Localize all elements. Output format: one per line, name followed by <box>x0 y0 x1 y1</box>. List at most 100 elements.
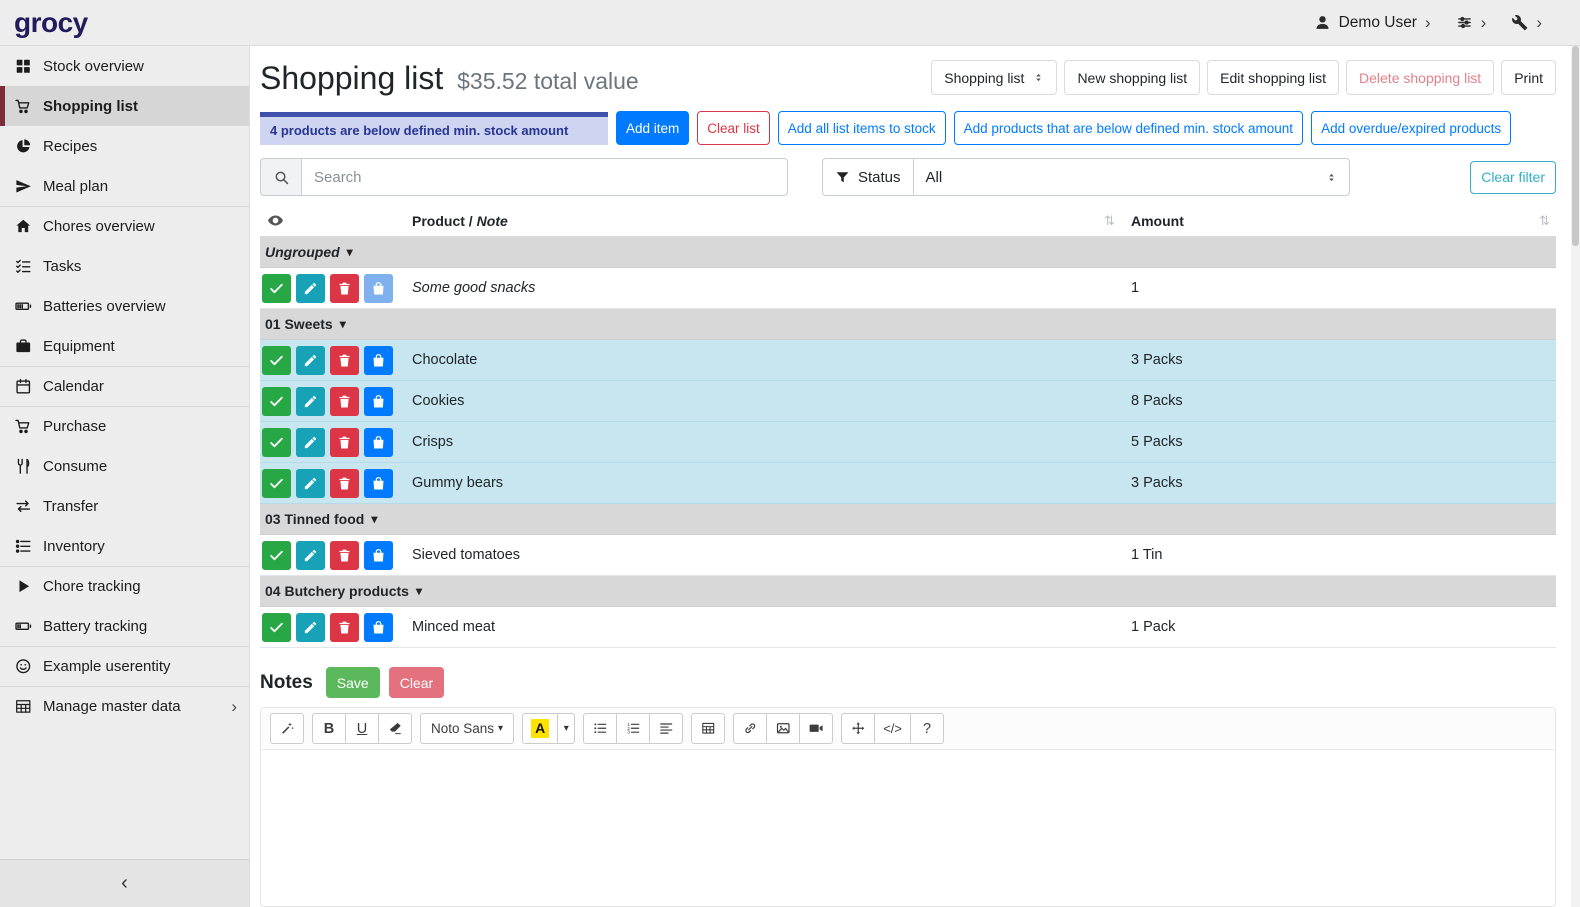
edit-item-button[interactable] <box>296 469 325 498</box>
add-to-stock-button[interactable] <box>364 274 393 303</box>
eye-icon[interactable] <box>267 212 284 229</box>
edit-item-button[interactable] <box>296 387 325 416</box>
sidebar-item-calendar[interactable]: Calendar <box>0 366 249 406</box>
mark-done-button[interactable] <box>262 541 291 570</box>
add-to-stock-button[interactable] <box>364 469 393 498</box>
delete-shopping-list-button[interactable]: Delete shopping list <box>1346 60 1494 95</box>
sidebar-item-transfer[interactable]: Transfer <box>0 486 249 526</box>
edit-item-button[interactable] <box>296 346 325 375</box>
delete-item-button[interactable] <box>330 428 359 457</box>
picture-icon <box>776 721 791 736</box>
app-logo[interactable]: grocy <box>14 7 88 39</box>
edit-item-button[interactable] <box>296 274 325 303</box>
sidebar-item-stock-overview[interactable]: Stock overview <box>0 46 249 86</box>
add-below-min-stock-button[interactable]: Add products that are below defined min.… <box>954 111 1303 145</box>
sidebar-item-battery-tracking[interactable]: Battery tracking <box>0 606 249 646</box>
edit-item-button[interactable] <box>296 613 325 642</box>
magic-style-button[interactable] <box>270 713 304 744</box>
group-header-ungrouped[interactable]: Ungrouped▾ <box>260 237 1556 268</box>
shopping-list-row: Cookies8 Packs <box>260 381 1556 422</box>
clear-filter-button[interactable]: Clear filter <box>1470 161 1556 194</box>
below-min-stock-alert[interactable]: 4 products are below defined min. stock … <box>260 112 608 145</box>
product-column-header[interactable]: Product /Note ⇅ <box>412 213 1129 229</box>
mark-done-button[interactable] <box>262 346 291 375</box>
sidebar-item-label: Chore tracking <box>43 578 141 595</box>
bold-button[interactable]: B <box>312 713 346 744</box>
group-header-03-tinned-food[interactable]: 03 Tinned food▾ <box>260 504 1556 535</box>
scrollbar-thumb[interactable] <box>1572 46 1579 246</box>
add-to-stock-button[interactable] <box>364 541 393 570</box>
delete-item-button[interactable] <box>330 346 359 375</box>
edit-item-button[interactable] <box>296 541 325 570</box>
sidebar-item-inventory[interactable]: Inventory <box>0 526 249 566</box>
cart-icon <box>13 418 34 435</box>
group-header-04-butchery-products[interactable]: 04 Butchery products▾ <box>260 576 1556 607</box>
mark-done-button[interactable] <box>262 387 291 416</box>
paragraph-style-button[interactable] <box>649 713 683 744</box>
status-filter-select[interactable]: All <box>913 158 1350 196</box>
add-item-button[interactable]: Add item <box>616 111 689 145</box>
add-to-stock-button[interactable] <box>364 613 393 642</box>
sidebar-item-purchase[interactable]: Purchase <box>0 406 249 446</box>
sidebar-item-manage-master-data[interactable]: Manage master data› <box>0 686 249 726</box>
insert-table-button[interactable] <box>691 713 725 744</box>
insert-picture-button[interactable] <box>766 713 800 744</box>
edit-item-button[interactable] <box>296 428 325 457</box>
mark-done-button[interactable] <box>262 613 291 642</box>
delete-item-button[interactable] <box>330 469 359 498</box>
delete-item-button[interactable] <box>330 387 359 416</box>
admin-menu[interactable]: › <box>1511 14 1542 31</box>
edit-shopping-list-button[interactable]: Edit shopping list <box>1207 60 1339 95</box>
clear-notes-button[interactable]: Clear <box>389 667 444 698</box>
clear-list-button[interactable]: Clear list <box>697 111 770 145</box>
add-overdue-button[interactable]: Add overdue/expired products <box>1311 111 1511 145</box>
sidebar-item-meal-plan[interactable]: Meal plan <box>0 166 249 206</box>
sidebar-collapse-button[interactable]: ‹ <box>0 859 249 907</box>
add-all-to-stock-button[interactable]: Add all list items to stock <box>778 111 946 145</box>
check-icon <box>269 394 284 409</box>
search-input[interactable] <box>301 158 788 196</box>
add-to-stock-button[interactable] <box>364 387 393 416</box>
unordered-list-button[interactable] <box>583 713 617 744</box>
sidebar-item-chores-overview[interactable]: Chores overview <box>0 206 249 246</box>
mark-done-button[interactable] <box>262 469 291 498</box>
shopping-list-selector[interactable]: Shopping list <box>931 60 1057 95</box>
mark-done-button[interactable] <box>262 428 291 457</box>
insert-video-button[interactable] <box>799 713 833 744</box>
underline-button[interactable]: U <box>345 713 379 744</box>
print-button[interactable]: Print <box>1501 60 1556 95</box>
sidebar-item-shopping-list[interactable]: Shopping list <box>0 86 249 126</box>
group-header-01-sweets[interactable]: 01 Sweets▾ <box>260 309 1556 340</box>
delete-item-button[interactable] <box>330 541 359 570</box>
font-family-select[interactable]: Noto Sans▾ <box>420 713 514 744</box>
insert-link-button[interactable] <box>733 713 767 744</box>
sidebar-item-recipes[interactable]: Recipes <box>0 126 249 166</box>
settings-menu[interactable]: › <box>1456 14 1487 31</box>
help-button[interactable]: ? <box>910 713 944 744</box>
sidebar-item-chore-tracking[interactable]: Chore tracking <box>0 566 249 606</box>
highlight-color-button[interactable]: A <box>522 713 558 744</box>
sidebar-item-tasks[interactable]: Tasks <box>0 246 249 286</box>
mark-done-button[interactable] <box>262 274 291 303</box>
user-menu[interactable]: Demo User › <box>1314 14 1431 32</box>
code-view-button[interactable]: </> <box>874 713 911 744</box>
sidebar-item-equipment[interactable]: Equipment <box>0 326 249 366</box>
delete-item-button[interactable] <box>330 613 359 642</box>
add-to-stock-button[interactable] <box>364 346 393 375</box>
sidebar-item-example-userentity[interactable]: Example userentity <box>0 646 249 686</box>
save-notes-button[interactable]: Save <box>326 667 380 698</box>
sidebar-item-consume[interactable]: Consume <box>0 446 249 486</box>
fullscreen-button[interactable] <box>841 713 875 744</box>
delete-item-button[interactable] <box>330 274 359 303</box>
eraser-icon <box>388 721 403 736</box>
vertical-scrollbar[interactable] <box>1571 46 1580 907</box>
amount-column-header[interactable]: Amount ⇅ <box>1129 213 1556 229</box>
title-wrap: Shopping list $35.52 total value <box>260 57 639 99</box>
new-shopping-list-button[interactable]: New shopping list <box>1064 60 1200 95</box>
editor-content[interactable] <box>261 750 1555 907</box>
highlight-color-caret[interactable]: ▾ <box>557 713 575 744</box>
add-to-stock-button[interactable] <box>364 428 393 457</box>
ordered-list-button[interactable]: 123 <box>616 713 650 744</box>
clear-format-button[interactable] <box>378 713 412 744</box>
sidebar-item-batteries-overview[interactable]: Batteries overview <box>0 286 249 326</box>
